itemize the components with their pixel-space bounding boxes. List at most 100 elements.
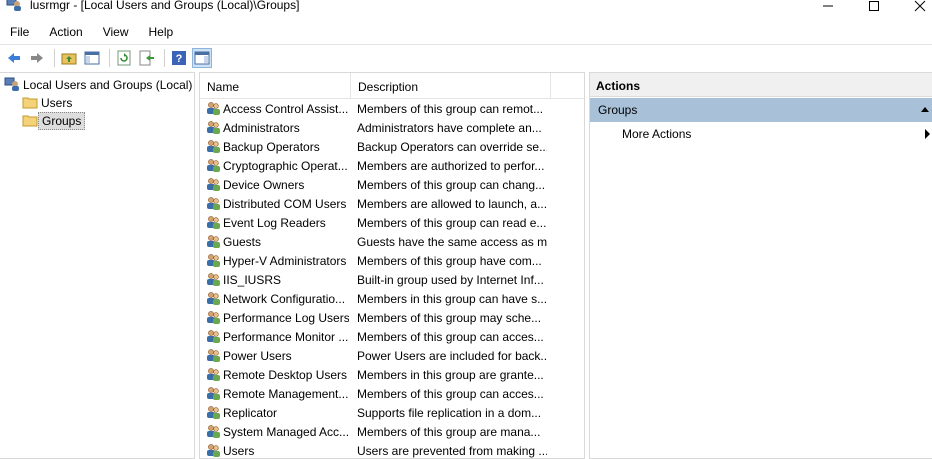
group-icon (205, 119, 221, 135)
up-folder-icon[interactable] (59, 48, 79, 68)
group-name: System Managed Acc... (223, 424, 349, 439)
export-list-icon[interactable] (137, 48, 157, 68)
group-name: Performance Monitor ... (223, 329, 349, 344)
back-icon[interactable] (4, 48, 24, 68)
collapse-arrow-icon[interactable] (921, 107, 929, 112)
show-hide-action-pane-icon[interactable] (192, 47, 212, 68)
group-name: Device Owners (223, 177, 305, 192)
title-bar: lusrmgr - [Local Users and Groups (Local… (0, 0, 932, 14)
group-icon (205, 176, 221, 192)
table-row[interactable]: Distributed COM Users Members are allowed… (200, 194, 584, 213)
group-description: Members in this group can have s... (357, 291, 547, 306)
forward-icon[interactable] (27, 48, 47, 68)
toolbar: ? (0, 44, 932, 70)
group-icon (205, 214, 221, 230)
group-icon (205, 138, 221, 154)
computer-management-icon (6, 0, 22, 12)
group-description: Members of this group can chang... (357, 177, 546, 192)
group-description: Built-in group used by Internet Inf... (357, 272, 544, 287)
group-icon (205, 309, 221, 325)
table-row[interactable]: Replicator Supports file replication in a… (200, 403, 584, 422)
show-hide-tree-icon[interactable] (82, 48, 102, 68)
tree-item-label: Users (41, 96, 73, 110)
group-name: Cryptographic Operat... (223, 158, 348, 173)
toolbar-separator (109, 48, 110, 67)
tree-item-groups[interactable]: Groups (22, 112, 86, 130)
menu-bar: File Action View Help (0, 22, 183, 42)
table-row[interactable]: Administrators Administrators have comple… (200, 118, 584, 137)
folder-icon (22, 113, 38, 130)
group-icon (205, 423, 221, 439)
group-icon (205, 271, 221, 287)
table-row[interactable]: Remote Management... Members of this grou… (200, 384, 584, 403)
group-icon (205, 195, 221, 211)
help-icon[interactable]: ? (169, 48, 189, 68)
table-row[interactable]: Device Owners Members of this group can c… (200, 175, 584, 194)
group-icon (205, 366, 221, 382)
groups-list: Name Description Access Control Assist..… (199, 72, 585, 459)
folder-icon (22, 95, 38, 112)
actions-group-groups[interactable]: Groups (590, 98, 932, 122)
column-header-description[interactable]: Description (351, 73, 551, 99)
actions-header: Actions (590, 73, 932, 97)
tree-item-root[interactable]: Local Users and Groups (Local) (4, 76, 195, 94)
actions-group-label: Groups (598, 103, 638, 117)
table-row[interactable]: Remote Desktop Users Members in this grou… (200, 365, 584, 384)
table-row[interactable]: Power Users Power Users are included for … (200, 346, 584, 365)
menu-view[interactable]: View (93, 22, 139, 42)
table-row[interactable]: Users Users are prevented from making ... (200, 441, 584, 458)
tree-item-users[interactable]: Users (22, 94, 75, 112)
maximize-button[interactable] (854, 0, 894, 14)
group-icon (205, 328, 221, 344)
table-row[interactable]: Guests Guests have the same access as m..… (200, 232, 584, 251)
table-row[interactable]: Hyper-V Administrators Members of this gr… (200, 251, 584, 270)
group-icon (205, 404, 221, 420)
column-header-row: Name Description (200, 73, 584, 99)
minimize-button[interactable] (808, 0, 848, 14)
table-row[interactable]: IIS_IUSRS Built-in group used by Internet… (200, 270, 584, 289)
table-row[interactable]: Performance Monitor ... Members of this g… (200, 327, 584, 346)
group-description: Backup Operators can override se... (357, 139, 547, 154)
group-description: Members in this group are grante... (357, 367, 544, 382)
table-row[interactable]: Backup Operators Backup Operators can ove… (200, 137, 584, 156)
more-actions-item[interactable]: More Actions (622, 125, 691, 143)
close-button[interactable] (900, 0, 932, 14)
group-description: Users are prevented from making ... (357, 443, 547, 458)
group-name: Replicator (223, 405, 278, 420)
menu-action[interactable]: Action (39, 22, 92, 42)
group-description: Members of this group can acces... (357, 329, 544, 344)
group-icon (205, 252, 221, 268)
table-row[interactable]: Network Configuratio... Members in this g… (200, 289, 584, 308)
toolbar-separator (164, 48, 165, 67)
group-icon (205, 290, 221, 306)
table-row[interactable]: Event Log Readers Members of this group c… (200, 213, 584, 232)
group-icon (205, 385, 221, 401)
table-row[interactable]: Access Control Assist... Members of this … (200, 99, 584, 118)
group-description: Members of this group can acces... (357, 386, 544, 401)
group-description: Members of this group may sche... (357, 310, 542, 325)
group-name: Access Control Assist... (223, 101, 349, 116)
menu-help[interactable]: Help (139, 22, 184, 42)
group-description: Administrators have complete an... (357, 120, 542, 135)
window-title: lusrmgr - [Local Users and Groups (Local… (30, 0, 300, 12)
tree-item-label: Groups (38, 112, 86, 130)
refresh-icon[interactable] (114, 48, 134, 68)
group-name: Performance Log Users (223, 310, 349, 325)
toolbar-separator (54, 48, 55, 67)
actions-pane: Actions Groups More Actions (589, 72, 932, 459)
menu-file[interactable]: File (0, 22, 39, 42)
column-header-name[interactable]: Name (200, 73, 351, 99)
tree-item-label: Local Users and Groups (Local) (23, 78, 193, 92)
group-description: Members of this group have com... (357, 253, 542, 268)
group-name: IIS_IUSRS (223, 272, 282, 287)
group-name: Network Configuratio... (223, 291, 346, 306)
group-name: Administrators (223, 120, 300, 135)
table-row[interactable]: System Managed Acc... Members of this gro… (200, 422, 584, 441)
table-row[interactable]: Cryptographic Operat... Members are autho… (200, 156, 584, 175)
table-row[interactable]: Performance Log Users Members of this gro… (200, 308, 584, 327)
group-description: Power Users are included for back... (357, 348, 547, 363)
group-description: Members are authorized to perfor... (357, 158, 545, 173)
group-icon (205, 347, 221, 363)
group-icon (205, 233, 221, 249)
svg-text:?: ? (176, 53, 183, 65)
